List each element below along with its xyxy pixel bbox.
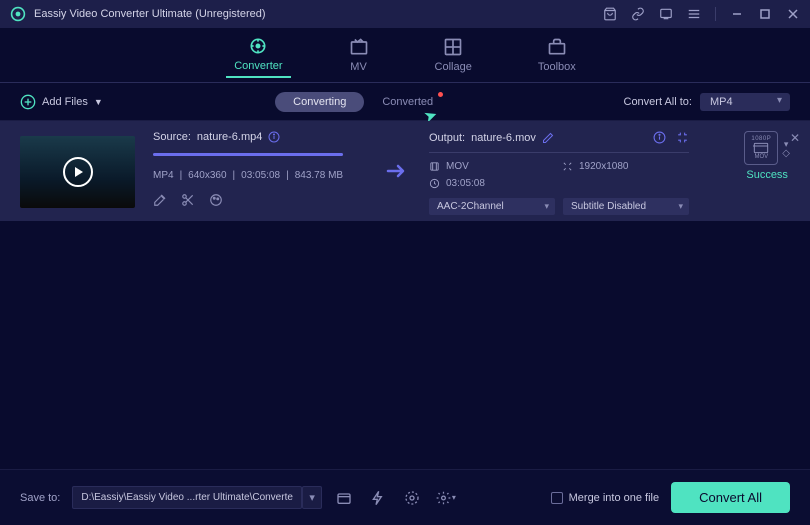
- chevron-down-icon: ▼: [94, 97, 103, 107]
- tab-toolbox-label: Toolbox: [538, 61, 576, 73]
- meta-size: 843.78 MB: [295, 170, 343, 181]
- source-filename: nature-6.mp4: [197, 131, 262, 143]
- play-icon: [63, 157, 93, 187]
- compress-icon[interactable]: [676, 131, 689, 144]
- save-path-dropdown[interactable]: ▾: [302, 486, 322, 509]
- arrow-right-icon: [384, 159, 408, 183]
- format-badge-bottom: MOV: [754, 154, 768, 160]
- minimize-button[interactable]: [730, 7, 744, 21]
- reorder-arrows[interactable]: ◇: [782, 150, 790, 157]
- merge-checkbox[interactable]: Merge into one file: [551, 492, 660, 504]
- convert-all-label: Convert All: [699, 490, 762, 505]
- close-button[interactable]: [786, 7, 800, 21]
- pill-converted-label: Converted: [382, 96, 433, 108]
- feedback-icon[interactable]: [659, 7, 673, 21]
- resolution-icon: [562, 161, 573, 172]
- tab-toolbox[interactable]: Toolbox: [530, 33, 584, 77]
- app-logo-icon: [10, 6, 26, 22]
- high-speed-button[interactable]: [402, 488, 422, 508]
- maximize-button[interactable]: [758, 7, 772, 21]
- divider: [715, 7, 716, 21]
- add-files-label: Add Files: [42, 96, 88, 108]
- convert-all-to-label: Convert All to:: [624, 96, 692, 108]
- toolbox-icon: [547, 37, 567, 57]
- output-filename: nature-6.mov: [471, 132, 536, 144]
- output-label: Output:: [429, 132, 465, 144]
- collage-icon: [443, 37, 463, 57]
- merge-label: Merge into one file: [569, 492, 660, 504]
- info-circle-icon[interactable]: [653, 131, 666, 144]
- checkbox-icon: [551, 492, 563, 504]
- meta-format: MP4: [153, 170, 174, 181]
- tab-converter[interactable]: Converter: [226, 32, 290, 78]
- audio-select[interactable]: AAC-2Channel: [429, 198, 555, 215]
- save-to-label: Save to:: [20, 492, 60, 504]
- edit-icon[interactable]: [542, 132, 554, 144]
- add-files-button[interactable]: Add Files ▼: [20, 94, 103, 110]
- out-format: MOV: [446, 161, 469, 172]
- save-path-input[interactable]: [72, 486, 302, 509]
- settings-button[interactable]: ▾: [436, 488, 456, 508]
- open-folder-button[interactable]: [334, 488, 354, 508]
- video-thumbnail[interactable]: [20, 136, 135, 208]
- meta-resolution: 640x360: [188, 170, 226, 181]
- hardware-accel-button[interactable]: [368, 488, 388, 508]
- convert-all-button[interactable]: Convert All: [671, 482, 790, 513]
- palette-icon[interactable]: [209, 193, 223, 207]
- tab-mv-label: MV: [350, 61, 367, 73]
- pill-converted[interactable]: Converted ➤: [364, 92, 451, 112]
- remove-file-button[interactable]: ✕: [790, 131, 800, 145]
- pill-converting[interactable]: Converting: [275, 92, 364, 112]
- subtitle-select[interactable]: Subtitle Disabled: [563, 198, 689, 215]
- meta-duration: 03:05:08: [241, 170, 280, 181]
- source-label: Source:: [153, 131, 191, 143]
- format-select[interactable]: MP4: [700, 93, 790, 111]
- footer-bar: Save to: ▾ ▾ Merge into one file Convert…: [0, 469, 810, 525]
- tab-mv[interactable]: MV: [341, 33, 377, 77]
- progress-bar: [153, 153, 343, 156]
- app-title: Eassiy Video Converter Ultimate (Unregis…: [34, 8, 266, 20]
- tab-collage-label: Collage: [435, 61, 472, 73]
- clock-icon: [429, 178, 440, 189]
- status-text: Success: [746, 169, 788, 181]
- sub-bar: Add Files ▼ Converting Converted ➤ Conve…: [0, 83, 810, 121]
- mv-icon: [349, 37, 369, 57]
- main-nav: Converter MV Collage Toolbox: [0, 28, 810, 83]
- info-icon[interactable]: [268, 131, 280, 143]
- cart-icon[interactable]: [603, 7, 617, 21]
- notification-dot-icon: [438, 92, 443, 97]
- plus-circle-icon: [20, 94, 36, 110]
- scissors-icon[interactable]: [181, 193, 195, 207]
- file-row: ✕ Source: nature-6.mp4 MP4| 640x360| 03:…: [0, 121, 810, 221]
- wand-icon[interactable]: [153, 193, 167, 207]
- converter-icon: [248, 36, 268, 56]
- out-resolution: 1920x1080: [579, 161, 629, 172]
- out-duration: 03:05:08: [446, 178, 485, 189]
- tab-collage[interactable]: Collage: [427, 33, 480, 77]
- output-format-icon[interactable]: 1080P MOV: [744, 131, 778, 165]
- tab-converter-label: Converter: [234, 60, 282, 72]
- film-icon: [429, 161, 440, 172]
- link-icon[interactable]: [631, 7, 645, 21]
- menu-icon[interactable]: [687, 7, 701, 21]
- format-select-value: MP4: [710, 96, 733, 108]
- title-bar: Eassiy Video Converter Ultimate (Unregis…: [0, 0, 810, 28]
